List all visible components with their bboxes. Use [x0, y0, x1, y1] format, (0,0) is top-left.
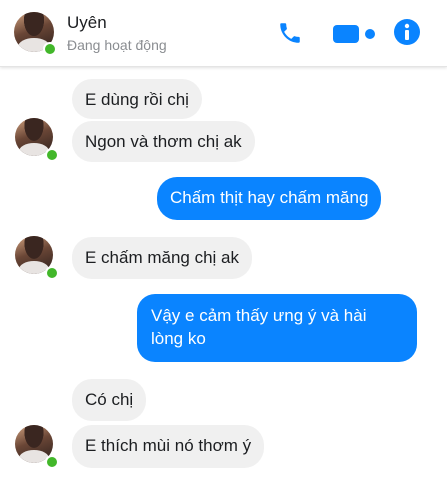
video-camera-icon[interactable] [333, 23, 379, 45]
active-status: Đang hoạt động [67, 37, 167, 53]
message-line: lòng ko [151, 329, 206, 348]
contact-name[interactable]: Uyên [67, 13, 107, 33]
message-bubble-outgoing: Chấm thịt hay chấm măng [157, 177, 382, 220]
chat-header: Uyên Đang hoạt động [0, 0, 447, 67]
online-indicator [45, 266, 59, 280]
message-bubble-incoming: E dùng rồi chị [72, 79, 202, 119]
online-indicator [43, 42, 57, 56]
message-bubble-incoming: E chấm măng chị ak [72, 237, 253, 279]
info-icon[interactable] [393, 18, 421, 46]
message-bubble-incoming: Có chị [72, 379, 147, 421]
message-bubble-outgoing: Vậy e cảm thấy ưng ý và hài lòng ko [137, 294, 417, 362]
online-indicator [45, 455, 59, 469]
online-indicator [45, 148, 59, 162]
message-bubble-incoming: Ngon và thơm chị ak [72, 121, 255, 162]
phone-icon[interactable] [277, 20, 303, 46]
message-line: Vậy e cảm thấy ưng ý và hài [151, 306, 367, 325]
message-bubble-incoming: E thích mùi nó thơm ý [72, 425, 265, 468]
